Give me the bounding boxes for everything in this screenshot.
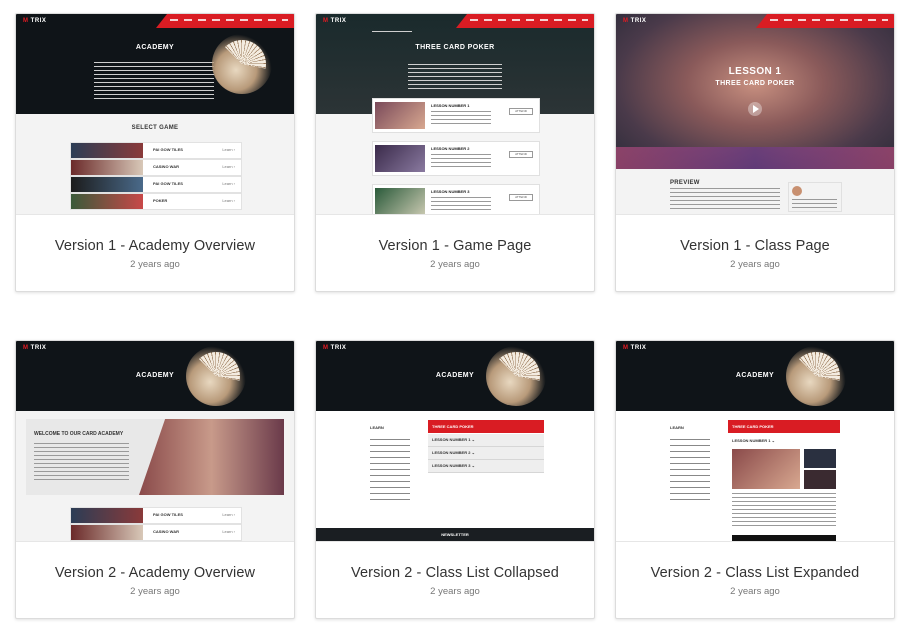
nav-bar [756,14,894,28]
hero-banner: M TRIX ACADEMY [16,14,294,114]
cards-fan-image [212,34,272,94]
lesson-title: LESSON 1 [728,66,782,77]
lesson-row[interactable]: LESSON NUMBER 2 ATTEND [372,141,540,176]
card-caption: Version 2 - Class List Collapsed 2 years… [316,541,594,618]
lesson-subtitle: THREE CARD POKER [715,80,795,87]
card-title[interactable]: Version 2 - Class List Collapsed [316,565,594,581]
video-hero: M TRIX LESSON 1 THREE CARD POKER [616,14,894,169]
hero-text [408,64,502,92]
welcome-banner: WELCOME TO OUR CARD ACADEMY [26,419,284,495]
hero-title: ACADEMY [435,372,475,379]
hero-title: ACADEMY [735,372,775,379]
hero-banner: M TRIX ACADEMY [616,341,894,411]
hero-title: ACADEMY [135,372,175,379]
card-timestamp: 2 years ago [730,586,780,597]
section-title: SELECT GAME [131,125,179,131]
site-logo: M TRIX [623,18,647,24]
site-logo: M TRIX [323,18,347,24]
card-timestamp: 2 years ago [130,259,180,270]
hero-text [94,62,214,102]
game-row[interactable]: PAI GOW TILES Learn › [70,507,242,524]
class-menu-header[interactable]: THREE CARD POKER [728,420,840,433]
game-row[interactable]: POKER Learn › [70,193,242,210]
sidebar-title: LEARN [370,425,384,430]
card-caption: Version 1 - Class Page 2 years ago [616,214,894,291]
card-title[interactable]: Version 2 - Class List Expanded [616,565,894,581]
design-card-class-page-v1[interactable]: M TRIX LESSON 1 THREE CARD POKER PREVIEW… [615,13,895,292]
play-icon[interactable] [748,102,762,116]
card-caption: Version 2 - Class List Expanded 2 years … [616,541,894,618]
thumbnail[interactable]: M TRIX LESSON 1 THREE CARD POKER PREVIEW [616,14,894,214]
game-row[interactable]: CASINO WAR Learn › [70,524,242,541]
site-logo: M TRIX [23,18,47,24]
card-caption: Version 1 - Game Page 2 years ago [316,214,594,291]
thumbnail[interactable]: M TRIX ACADEMY WELCOME TO OUR CARD ACADE… [16,341,294,541]
lesson-thumb[interactable] [804,470,836,489]
nav-bar [156,14,294,28]
site-logo: M TRIX [623,345,647,351]
thumbnail[interactable]: M TRIX ACADEMY SELECT GAME PAI GOW TILES… [16,14,294,214]
hero-banner: M TRIX ACADEMY [16,341,294,411]
cards-fan-image [186,346,246,406]
card-timestamp: 2 years ago [730,259,780,270]
design-card-class-list-collapsed-v2[interactable]: M TRIX ACADEMY LEARN THREE CARD POKER LE… [315,340,595,619]
design-card-class-list-expanded-v2[interactable]: M TRIX ACADEMY LEARN THREE CARD POKER LE… [615,340,895,619]
instructor-card [788,182,842,212]
newsletter-footer: NEWSLETTER [316,528,594,541]
card-caption: Version 2 - Academy Overview 2 years ago [16,541,294,618]
hero-banner: M TRIX ACADEMY [316,341,594,411]
design-card-academy-overview-v1[interactable]: M TRIX ACADEMY SELECT GAME PAI GOW TILES… [15,13,295,292]
card-caption: Version 1 - Academy Overview 2 years ago [16,214,294,291]
cards-fan-image [486,346,546,406]
card-timestamp: 2 years ago [130,586,180,597]
site-logo: M TRIX [323,345,347,351]
preview-heading: PREVIEW [670,180,700,186]
lesson-item[interactable]: LESSON NUMBER 1 ⌄ [428,434,544,447]
card-title[interactable]: Version 2 - Academy Overview [16,565,294,581]
card-title[interactable]: Version 1 - Class Page [616,238,894,254]
game-row[interactable]: CASINO WAR Learn › [70,159,242,176]
lesson-thumb[interactable] [804,449,836,468]
thumbnail[interactable]: M TRIX ACADEMY LEARN THREE CARD POKER LE… [316,341,594,541]
design-card-game-page-v1[interactable]: M TRIX THREE CARD POKER LESSON NUMBER 1A… [315,13,595,292]
sidebar-list[interactable] [370,439,410,505]
card-title[interactable]: Version 1 - Academy Overview [16,238,294,254]
breadcrumb [372,31,412,33]
card-timestamp: 2 years ago [430,259,480,270]
lesson-video[interactable] [732,449,800,489]
cards-fan-image [786,346,846,406]
lesson-description [732,493,836,529]
site-logo: M TRIX [23,345,47,351]
thumbnail[interactable]: M TRIX ACADEMY LEARN THREE CARD POKER LE… [616,341,894,541]
class-menu-header[interactable]: THREE CARD POKER [428,420,544,433]
hero-title: THREE CARD POKER [415,44,495,51]
card-title[interactable]: Version 1 - Game Page [316,238,594,254]
sidebar-title: LEARN [670,425,684,430]
game-row[interactable]: PAI GOW TILES Learn › [70,176,242,193]
preview-text [670,188,780,210]
design-card-academy-overview-v2[interactable]: M TRIX ACADEMY WELCOME TO OUR CARD ACADE… [15,340,295,619]
avatar [792,186,802,196]
sidebar-list[interactable] [670,439,710,505]
game-row[interactable]: PAI GOW TILES Learn › [70,142,242,159]
lesson-row[interactable]: LESSON NUMBER 1 ATTEND [372,98,540,133]
nav-bar [456,14,594,28]
lesson-item-expanded[interactable]: LESSON NUMBER 1 ⌄ [732,438,775,443]
lesson-item[interactable]: LESSON NUMBER 2 ⌄ [428,447,544,460]
lesson-item[interactable]: LESSON NUMBER 3 ⌄ [428,460,544,473]
lesson-row[interactable]: LESSON NUMBER 3 ATTEND [372,184,540,214]
thumbnail[interactable]: M TRIX THREE CARD POKER LESSON NUMBER 1A… [316,14,594,214]
card-timestamp: 2 years ago [430,586,480,597]
